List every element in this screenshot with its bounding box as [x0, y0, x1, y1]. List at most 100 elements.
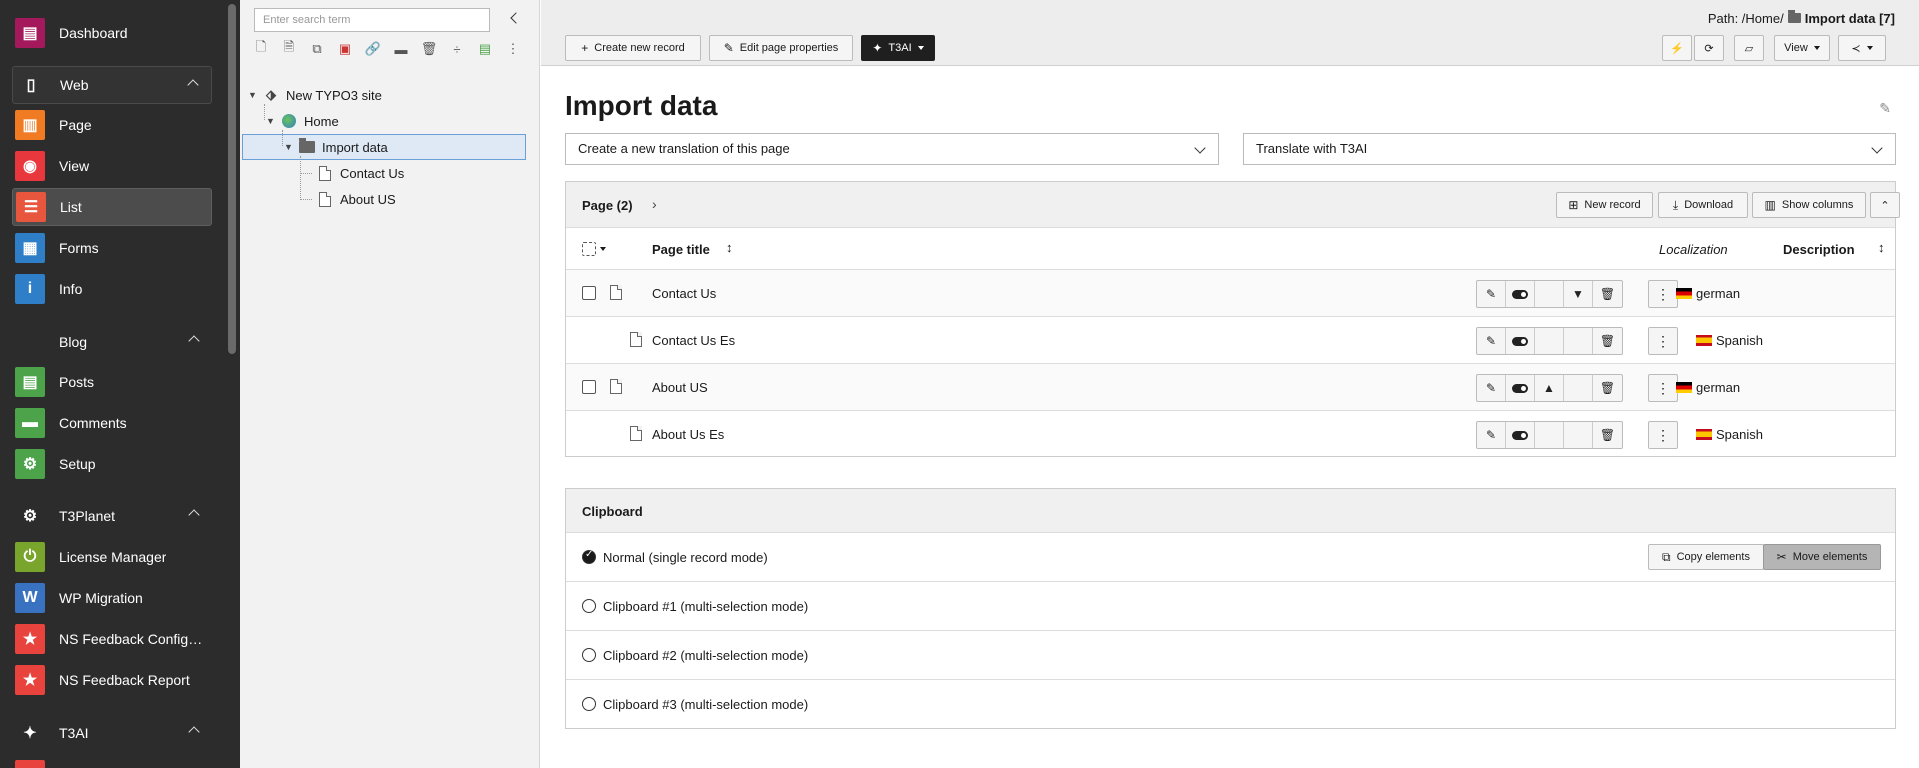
- clipboard-icon[interactable]: ▤: [476, 40, 494, 58]
- select-all-checkbox[interactable]: [582, 242, 596, 256]
- row-checkbox[interactable]: [582, 380, 596, 394]
- radio-icon[interactable]: [582, 697, 596, 711]
- clipboard-mode-3[interactable]: Clipboard #3 (multi-selection mode): [566, 680, 1895, 729]
- more-icon[interactable]: ⋮: [1648, 421, 1678, 449]
- module-group-t3planet[interactable]: ⚙ T3Planet: [12, 497, 212, 535]
- edit-icon[interactable]: ✎: [1477, 422, 1506, 448]
- move-elements-button[interactable]: ✂ Move elements: [1763, 544, 1881, 570]
- copy-elements-button[interactable]: ⧉ Copy elements: [1648, 544, 1764, 570]
- download-button[interactable]: ⤓ Download: [1658, 192, 1748, 218]
- toggle-visibility-icon[interactable]: [1506, 281, 1535, 307]
- recycler-icon[interactable]: 🗑: [420, 40, 438, 58]
- edit-icon[interactable]: ✎: [1477, 281, 1506, 307]
- chevron-right-icon[interactable]: ›: [652, 196, 657, 212]
- table-row[interactable]: Contact Us ✎ ▼ 🗑 ⋮ german: [566, 270, 1895, 317]
- edit-page-properties-button[interactable]: ✎ Edit page properties: [709, 35, 853, 61]
- tree-node-about-us[interactable]: About US: [316, 186, 396, 212]
- row-checkbox[interactable]: [582, 286, 596, 300]
- tree-node-root[interactable]: ▼ ⬗ New TYPO3 site: [248, 82, 382, 108]
- table-row[interactable]: Contact Us Es ✎ 🗑 ⋮ Spanish: [566, 317, 1895, 364]
- new-page-icon[interactable]: 🗋: [252, 39, 270, 58]
- move-up-icon[interactable]: ▲: [1535, 375, 1564, 401]
- collapse-tree-icon[interactable]: [510, 12, 522, 24]
- edit-pencil-icon[interactable]: ✎: [1879, 100, 1891, 117]
- tree-search-input[interactable]: Enter search term: [254, 8, 490, 32]
- expand-down-icon[interactable]: ▼: [266, 116, 280, 126]
- module-page[interactable]: ▥ Page: [12, 106, 212, 144]
- more-icon[interactable]: ⋮: [504, 40, 522, 58]
- row-title[interactable]: Contact Us: [652, 286, 716, 301]
- toggle-visibility-icon[interactable]: [1506, 328, 1535, 354]
- new-page-special-icon[interactable]: 🗎: [280, 39, 298, 58]
- module-license-manager[interactable]: ⏻ License Manager: [12, 538, 212, 576]
- radio-checked-icon[interactable]: [582, 549, 596, 564]
- row-title[interactable]: About Us Es: [652, 427, 724, 442]
- row-title[interactable]: Contact Us Es: [652, 333, 735, 348]
- clear-cache-button[interactable]: ⚡: [1662, 35, 1692, 61]
- module-ns-feedback-report[interactable]: ★ NS Feedback Report: [12, 661, 212, 699]
- clipboard-mode-2[interactable]: Clipboard #2 (multi-selection mode): [566, 631, 1895, 680]
- delete-icon[interactable]: 🗑: [1593, 422, 1622, 448]
- toggle-visibility-icon[interactable]: [1506, 375, 1535, 401]
- module-group-blog[interactable]: Blog: [12, 323, 212, 361]
- link-icon[interactable]: 🔗: [364, 40, 382, 58]
- module-setup[interactable]: ⚙ Setup: [12, 445, 212, 483]
- table-row[interactable]: About US ✎ ▲ 🗑 ⋮ german: [566, 364, 1895, 411]
- toggle-visibility-icon[interactable]: [1506, 422, 1535, 448]
- clipboard-heading: Clipboard: [582, 504, 643, 519]
- module-group-web[interactable]: ▯ Web: [12, 66, 212, 104]
- row-title[interactable]: About US: [652, 380, 708, 395]
- delete-icon[interactable]: 🗑: [1593, 281, 1622, 307]
- clipboard-mode-1[interactable]: Clipboard #1 (multi-selection mode): [566, 582, 1895, 631]
- more-icon[interactable]: ⋮: [1648, 327, 1678, 355]
- tree-node-home[interactable]: ▼ Home: [266, 108, 339, 134]
- t3ai-translate-select[interactable]: Translate with T3AI: [1243, 133, 1896, 165]
- column-page-title[interactable]: Page title: [652, 242, 710, 257]
- module-forms[interactable]: ▦ Forms: [12, 229, 212, 267]
- edit-icon[interactable]: ✎: [1477, 375, 1506, 401]
- tree-node-import-data[interactable]: ▼ Import data: [284, 134, 388, 160]
- more-icon[interactable]: ⋮: [1648, 374, 1678, 402]
- collapse-panel-button[interactable]: ⌃: [1870, 192, 1900, 218]
- module-list[interactable]: ☰ List: [12, 188, 212, 226]
- module-menu-scrollbar[interactable]: [228, 4, 236, 354]
- delete-icon[interactable]: 🗑: [1593, 375, 1622, 401]
- module-ns-feedback-config[interactable]: ★ NS Feedback Configur...: [12, 620, 212, 658]
- clipboard-mode-normal[interactable]: Normal (single record mode) ⧉ Copy eleme…: [566, 533, 1895, 582]
- expand-down-icon[interactable]: ▼: [248, 90, 262, 100]
- create-new-record-button[interactable]: + Create new record: [565, 35, 701, 61]
- new-page-red-icon[interactable]: ▣: [336, 40, 354, 58]
- module-info[interactable]: i Info: [12, 270, 212, 308]
- translation-select[interactable]: Create a new translation of this page: [565, 133, 1219, 165]
- divider-icon[interactable]: ÷: [448, 40, 466, 58]
- reload-button[interactable]: ⟳: [1694, 35, 1724, 61]
- edit-icon[interactable]: ✎: [1477, 328, 1506, 354]
- share-dropdown-button[interactable]: ≺: [1838, 35, 1886, 61]
- caret-down-icon[interactable]: [600, 247, 606, 251]
- module-comments[interactable]: ▬ Comments: [12, 404, 212, 442]
- table-row[interactable]: About Us Es ✎ 🗑 ⋮ Spanish: [566, 411, 1895, 458]
- more-icon[interactable]: ⋮: [1648, 280, 1678, 308]
- module-view[interactable]: ◉ View: [12, 147, 212, 185]
- radio-icon[interactable]: [582, 599, 596, 613]
- module-posts[interactable]: ▤ Posts: [12, 363, 212, 401]
- sort-icon[interactable]: ↕: [726, 240, 733, 255]
- column-description[interactable]: Description: [1783, 242, 1855, 257]
- module-dashboard[interactable]: ▤ Dashboard: [12, 14, 212, 52]
- view-dropdown-button[interactable]: View: [1774, 35, 1830, 61]
- new-record-button[interactable]: ⊞ New record: [1556, 192, 1653, 218]
- module-group-t3ai[interactable]: ✦ T3AI: [12, 714, 212, 752]
- radio-icon[interactable]: [582, 648, 596, 662]
- t3ai-dropdown-button[interactable]: ✦ T3AI: [861, 35, 935, 61]
- expand-down-icon[interactable]: ▼: [284, 142, 298, 152]
- sort-icon[interactable]: ↕: [1878, 240, 1885, 255]
- module-wp-migration[interactable]: W WP Migration: [12, 579, 212, 617]
- records-heading[interactable]: Page (2): [582, 198, 633, 213]
- delete-icon[interactable]: 🗑: [1593, 328, 1622, 354]
- new-shortcut-icon[interactable]: ⧉: [308, 40, 326, 58]
- move-down-icon[interactable]: ▼: [1564, 281, 1593, 307]
- show-columns-button[interactable]: ▥ Show columns: [1752, 192, 1866, 218]
- tree-node-contact-us[interactable]: Contact Us: [316, 160, 404, 186]
- note-button[interactable]: ▱: [1734, 35, 1764, 61]
- folder-icon[interactable]: ▬: [392, 40, 410, 58]
